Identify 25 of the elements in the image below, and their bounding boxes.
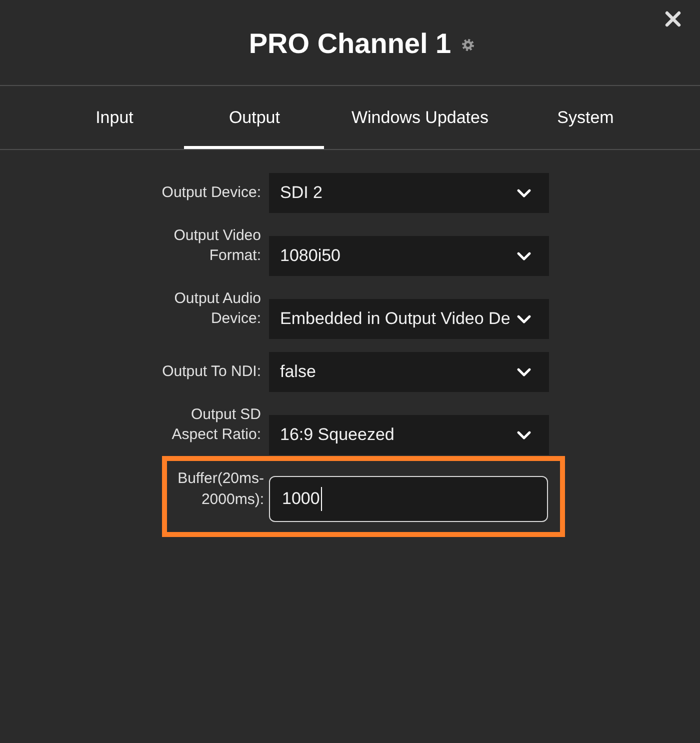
text-input[interactable]: 1000	[269, 476, 548, 522]
tab[interactable]: Output	[184, 86, 324, 149]
dropdown[interactable]: false	[269, 352, 549, 392]
chevron-down-icon	[517, 368, 531, 376]
window-title: PRO Channel 1	[248, 27, 452, 60]
close-icon[interactable]	[665, 11, 681, 27]
dropdown[interactable]: Embedded in Output Video De	[269, 299, 549, 339]
text-cursor-icon	[320, 487, 322, 511]
settings-icon[interactable]	[462, 39, 474, 51]
field-label: Output SD Aspect Ratio:	[170, 405, 261, 445]
dropdown[interactable]: 1080i50	[269, 236, 549, 276]
tab[interactable]: System	[516, 86, 656, 149]
field-label: Output Video Format:	[172, 226, 261, 266]
field-label: Buffer(20ms-2000ms):	[176, 469, 264, 510]
tab[interactable]: Windows Updates	[324, 86, 516, 149]
dropdown[interactable]: SDI 2	[269, 173, 549, 213]
field-label: Output Device:	[160, 183, 261, 203]
chevron-down-icon	[517, 252, 531, 260]
chevron-down-icon	[517, 430, 531, 440]
chevron-down-icon	[517, 188, 531, 198]
field-label: Output To NDI:	[161, 362, 261, 382]
tab[interactable]: Input	[44, 86, 184, 149]
dropdown[interactable]: 16:9 Squeezed	[269, 415, 549, 455]
field-label: Output Audio Device:	[173, 289, 261, 329]
chevron-down-icon	[517, 314, 531, 324]
